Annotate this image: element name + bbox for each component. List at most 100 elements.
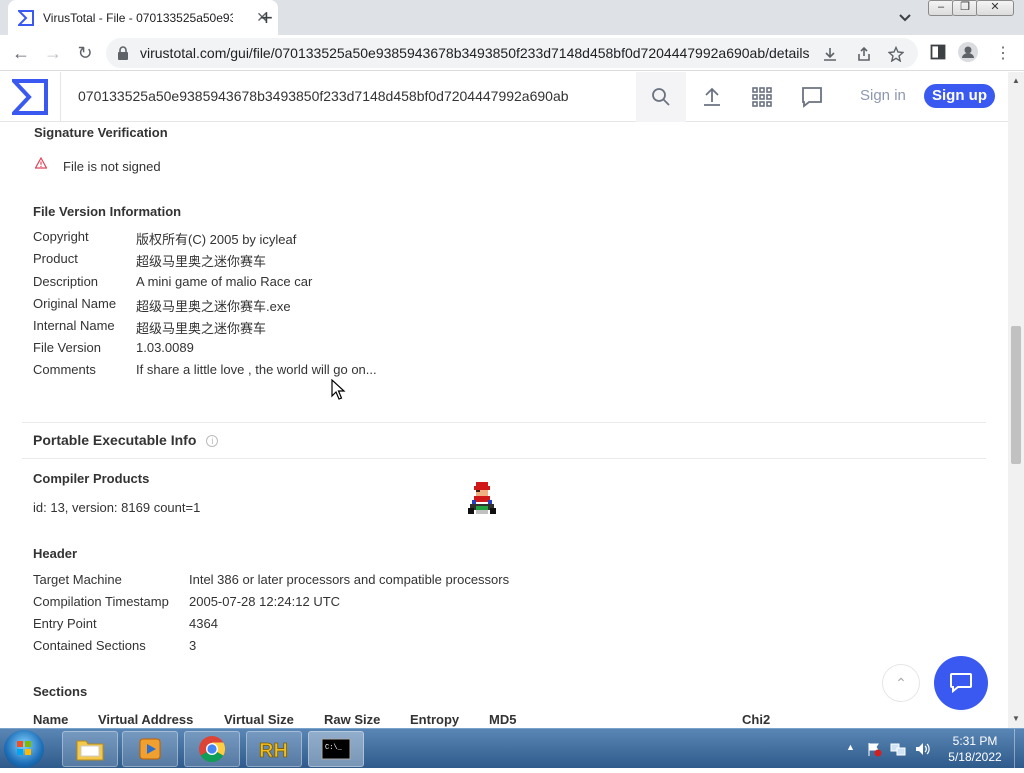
header-row-value: 4364 [189,616,218,631]
sign-in-link[interactable]: Sign in [860,87,906,104]
sections-col-chi2: Chi2 [742,712,771,727]
new-tab-icon[interactable]: + [260,5,273,31]
volume-icon[interactable] [914,741,930,757]
file-version-row: Description [33,274,98,289]
sections-col-virtual-size: Virtual Size [224,712,294,727]
scroll-up-arrow-icon[interactable]: ▲ [1012,76,1020,85]
taskbar-chrome[interactable] [184,731,240,767]
sections-col-virtual-address: Virtual Address [98,712,194,727]
header-row-label: Target Machine [33,572,122,587]
install-icon[interactable] [822,46,838,62]
row-label: Original Name [33,296,117,311]
header-row-value: 3 [189,638,197,653]
taskbar-command-prompt[interactable]: C:\_ [308,731,364,767]
profile-avatar-icon[interactable] [958,42,978,62]
media-player-icon [139,738,161,760]
signature-status: File is not signed [63,159,161,174]
header-row-value: 2005-07-28 12:24:12 UTC [189,594,341,609]
action-center-flag-icon[interactable] [866,741,882,757]
compiler-products-title: Compiler Products [33,471,150,486]
header-row-label: Contained Sections [33,638,146,653]
header-row-value: Intel 386 or later processors and compat… [189,572,510,587]
start-button[interactable] [4,730,44,768]
network-icon[interactable] [890,741,906,757]
forward-icon[interactable]: → [40,40,66,66]
file-version-title: File Version Information [33,204,182,219]
windows-logo-icon [17,741,31,755]
section-divider [22,458,986,459]
file-version-row: Product [33,251,78,266]
vertical-scrollbar[interactable]: ▲ ▼ [1008,72,1024,728]
restore-icon[interactable]: ❐ [952,0,978,16]
search-button[interactable] [636,72,686,122]
show-hidden-icons-icon[interactable]: ▲ [846,742,855,752]
chrome-icon [199,736,226,763]
search-icon [652,88,670,106]
taskbar-explorer[interactable] [62,731,118,767]
tab-title: VirusTotal - File - 070133525a50e9385943… [43,10,233,25]
row-label: Comments [33,362,96,377]
chat-icon[interactable] [800,85,824,109]
tab-search-chevron-icon[interactable] [896,8,914,26]
row-value: 超级马里奥之迷你赛车 [136,254,267,269]
pe-info-title: Portable Executable Info [33,432,197,448]
share-icon[interactable] [856,46,872,62]
compiler-products-value: id: 13, version: 8169 count=1 [33,500,201,515]
header-divider [60,72,61,122]
bookmark-star-icon[interactable] [888,46,904,62]
back-icon[interactable]: ← [8,40,34,66]
pe-info-heading: Portable Executable Info i [33,432,219,448]
close-window-icon[interactable]: ✕ [976,0,1014,16]
scroll-down-arrow-icon[interactable]: ▼ [1012,714,1020,723]
address-bar[interactable]: virustotal.com/gui/file/070133525a50e938… [106,38,918,68]
system-clock[interactable]: 5:31 PM 5/18/2022 [940,733,1010,765]
taskbar-media-player[interactable] [122,731,178,767]
command-prompt-icon: C:\_ [321,738,351,760]
minimize-icon[interactable]: – [928,0,954,16]
scrollbar-thumb[interactable] [1011,326,1021,464]
windows-taskbar: RH C:\_ ▲ 5:31 PM 5/18/2022 [0,728,1024,769]
mouse-cursor-icon [331,379,346,400]
header-title: Header [33,546,78,561]
info-icon[interactable]: i [206,435,219,447]
browser-tab[interactable]: VirusTotal - File - 070133525a50e9385943… [8,0,278,35]
scroll-to-top-button[interactable]: ⌃ [882,664,920,702]
browser-toolbar: ← → ↻ virustotal.com/gui/file/070133525a… [0,35,1024,71]
row-label: Internal Name [33,318,115,333]
svg-text:C:\_: C:\_ [325,744,343,752]
row-value: 1.03.0089 [136,340,194,355]
signature-verification-title: Signature Verification [34,125,168,140]
svg-text:RH: RH [259,740,288,762]
upload-icon[interactable] [700,85,724,109]
url-text: virustotal.com/gui/file/070133525a50e938… [140,45,810,61]
section-divider [22,422,986,423]
file-version-row: Copyright [33,229,89,244]
row-value: 超级马里奥之迷你赛车.exe [136,299,291,314]
row-value: A mini game of malio Race car [136,274,313,289]
taskbar-resource-hacker[interactable]: RH [246,731,302,767]
menu-kebab-icon[interactable]: ⋮ [990,40,1016,66]
reload-icon[interactable]: ↻ [72,40,98,66]
apps-grid-icon[interactable] [750,85,774,109]
folder-icon [76,740,104,761]
chat-fab-button[interactable] [934,656,988,710]
header-row-label: Entry Point [33,616,97,631]
search-input[interactable]: 070133525a50e9385943678b3493850f233d7148… [78,88,569,104]
header-row-label: Compilation Timestamp [33,594,169,609]
clock-date: 5/18/2022 [948,750,1002,764]
sections-col-entropy: Entropy [410,712,460,727]
clock-time: 5:31 PM [952,734,998,748]
row-value: If share a little love , the world will … [136,362,377,377]
virustotal-logo-icon[interactable] [12,79,48,115]
file-version-row: Comments [33,362,96,377]
show-desktop-button[interactable] [1014,729,1024,769]
virustotal-header: 070133525a50e9385943678b3493850f233d7148… [0,72,1008,122]
sections-col-md5: MD5 [489,712,517,727]
chat-bubble-icon [950,673,972,694]
mario-kart-sprite [468,482,496,514]
virustotal-favicon-icon [18,9,34,26]
side-panel-icon[interactable] [930,44,946,60]
sign-up-button[interactable]: Sign up [924,84,995,108]
file-version-row: File Version [33,340,101,355]
row-value: 超级马里奥之迷你赛车 [136,321,267,336]
